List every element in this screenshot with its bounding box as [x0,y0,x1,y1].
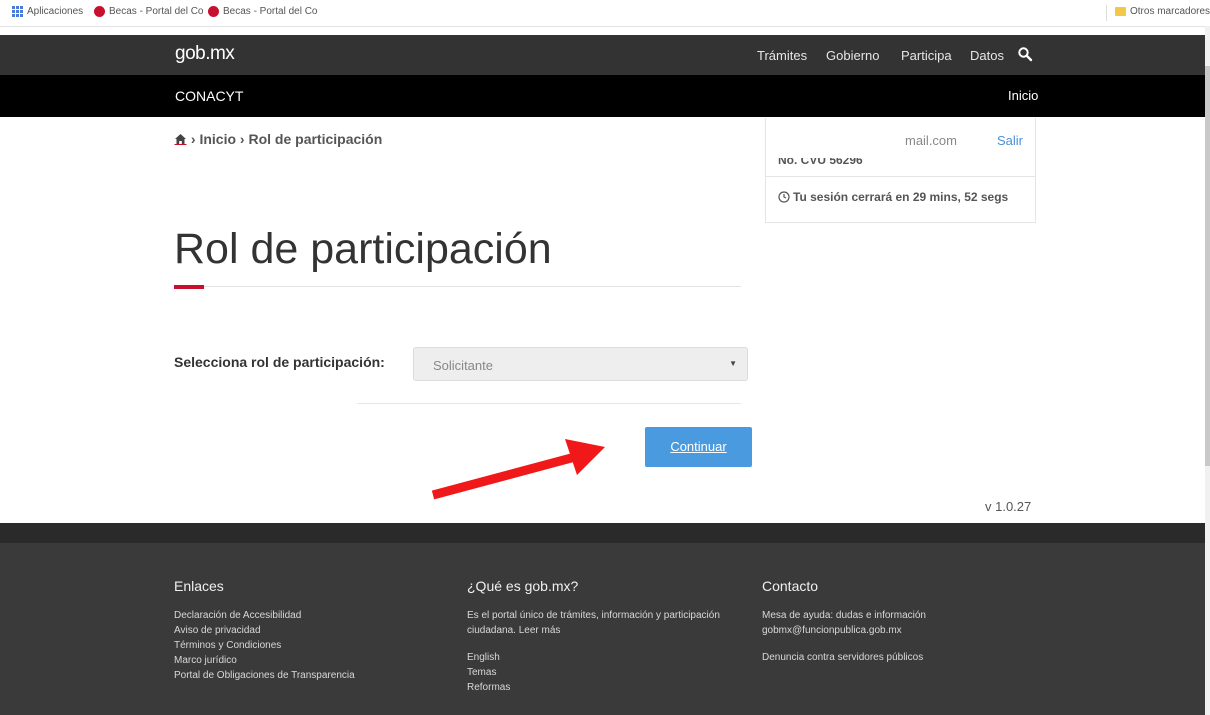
breadcrumb: › Inicio › Rol de participación [174,131,382,147]
bookmark-becas-2[interactable]: Becas - Portal del Co [208,6,318,17]
bookmarks-bar: Aplicaciones Becas - Portal del Co Becas… [0,0,1210,27]
conacyt-link[interactable]: CONACYT [175,88,243,104]
form-divider [357,403,741,404]
role-select-label: Selecciona rol de participación: [174,354,385,370]
brand-logo[interactable]: gob.mx [175,43,235,65]
session-cvu: No. CVU 56296 [778,158,863,167]
footer-about-column: ¿Qué es gob.mx? Es el portal único de tr… [467,578,752,695]
footer-link-marco-juridico[interactable]: Marco jurídico [174,653,434,668]
footer-links-title: Enlaces [174,578,224,594]
session-email: mail.com [904,133,957,148]
footer-link-denuncia[interactable]: Denuncia contra servidores públicos [762,650,962,665]
continue-button[interactable]: Continuar [645,427,752,467]
bookmark-becas-1[interactable]: Becas - Portal del Co [94,6,204,17]
nav-gobierno[interactable]: Gobierno [826,48,879,63]
title-accent-bar [174,285,204,289]
breadcrumb-separator: › [190,131,196,147]
bookmark-apps[interactable]: Aplicaciones [12,6,83,17]
footer: Enlaces Declaración de Accesibilidad Avi… [0,543,1205,715]
footer-contact-text: Mesa de ayuda: dudas e información gobmx… [762,610,926,636]
footer-about-text: Es el portal único de trámites, informac… [467,610,720,636]
footer-band [0,523,1205,543]
bookmark-other[interactable]: Otros marcadores [1115,6,1210,17]
conacyt-favicon-icon [94,6,105,17]
search-icon[interactable] [1017,46,1033,62]
scrollbar[interactable] [1205,26,1210,715]
conacyt-favicon-icon [208,6,219,17]
role-select[interactable]: Solicitante ▼ [413,347,748,381]
footer-contact-column: Contacto Mesa de ayuda: dudas e informac… [762,578,962,665]
footer-link-accesibilidad[interactable]: Declaración de Accesibilidad [174,608,434,623]
footer-link-reformas[interactable]: Reformas [467,680,752,695]
clock-icon [778,191,790,203]
breadcrumb-separator: › [239,131,245,147]
gobmx-header: gob.mx Trámites Gobierno Participa Datos [0,35,1205,75]
scrollbar-thumb[interactable] [1205,66,1210,466]
red-arrow-annotation-icon [431,439,605,500]
bookmark-separator [1106,5,1107,21]
breadcrumb-inicio[interactable]: Inicio [199,131,236,147]
footer-links-column: Enlaces Declaración de Accesibilidad Avi… [174,578,434,683]
session-timer: Tu sesión cerrará en 29 mins, 52 segs [778,190,1008,204]
dropdown-arrow-icon: ▼ [729,359,737,368]
folder-icon [1115,6,1126,16]
session-panel: mail.com Salir No. CVU 56296 Tu sesión c… [765,118,1036,223]
role-select-value: Solicitante [433,358,493,373]
apps-grid-icon [12,6,23,17]
footer-link-temas[interactable]: Temas [467,665,752,680]
footer-link-english[interactable]: English [467,650,752,665]
logout-link[interactable]: Salir [997,133,1023,148]
nav-inicio[interactable]: Inicio [1008,88,1038,103]
footer-link-privacidad[interactable]: Aviso de privacidad [174,623,434,638]
session-divider [766,176,1035,177]
nav-datos[interactable]: Datos [970,48,1004,63]
footer-contact-title: Contacto [762,578,819,594]
conacyt-subheader: CONACYT Inicio [0,75,1205,117]
breadcrumb-current: Rol de participación [248,131,383,147]
app-version: v 1.0.27 [985,499,1032,514]
footer-link-terminos[interactable]: Términos y Condiciones [174,638,434,653]
footer-link-transparencia[interactable]: Portal de Obligaciones de Transparencia [174,668,434,683]
nav-participa[interactable]: Participa [901,48,952,63]
title-divider [174,286,741,287]
nav-tramites[interactable]: Trámites [757,48,807,63]
page-title: Rol de participación [174,225,552,273]
home-icon[interactable] [174,133,187,145]
footer-about-title: ¿Qué es gob.mx? [467,578,579,594]
